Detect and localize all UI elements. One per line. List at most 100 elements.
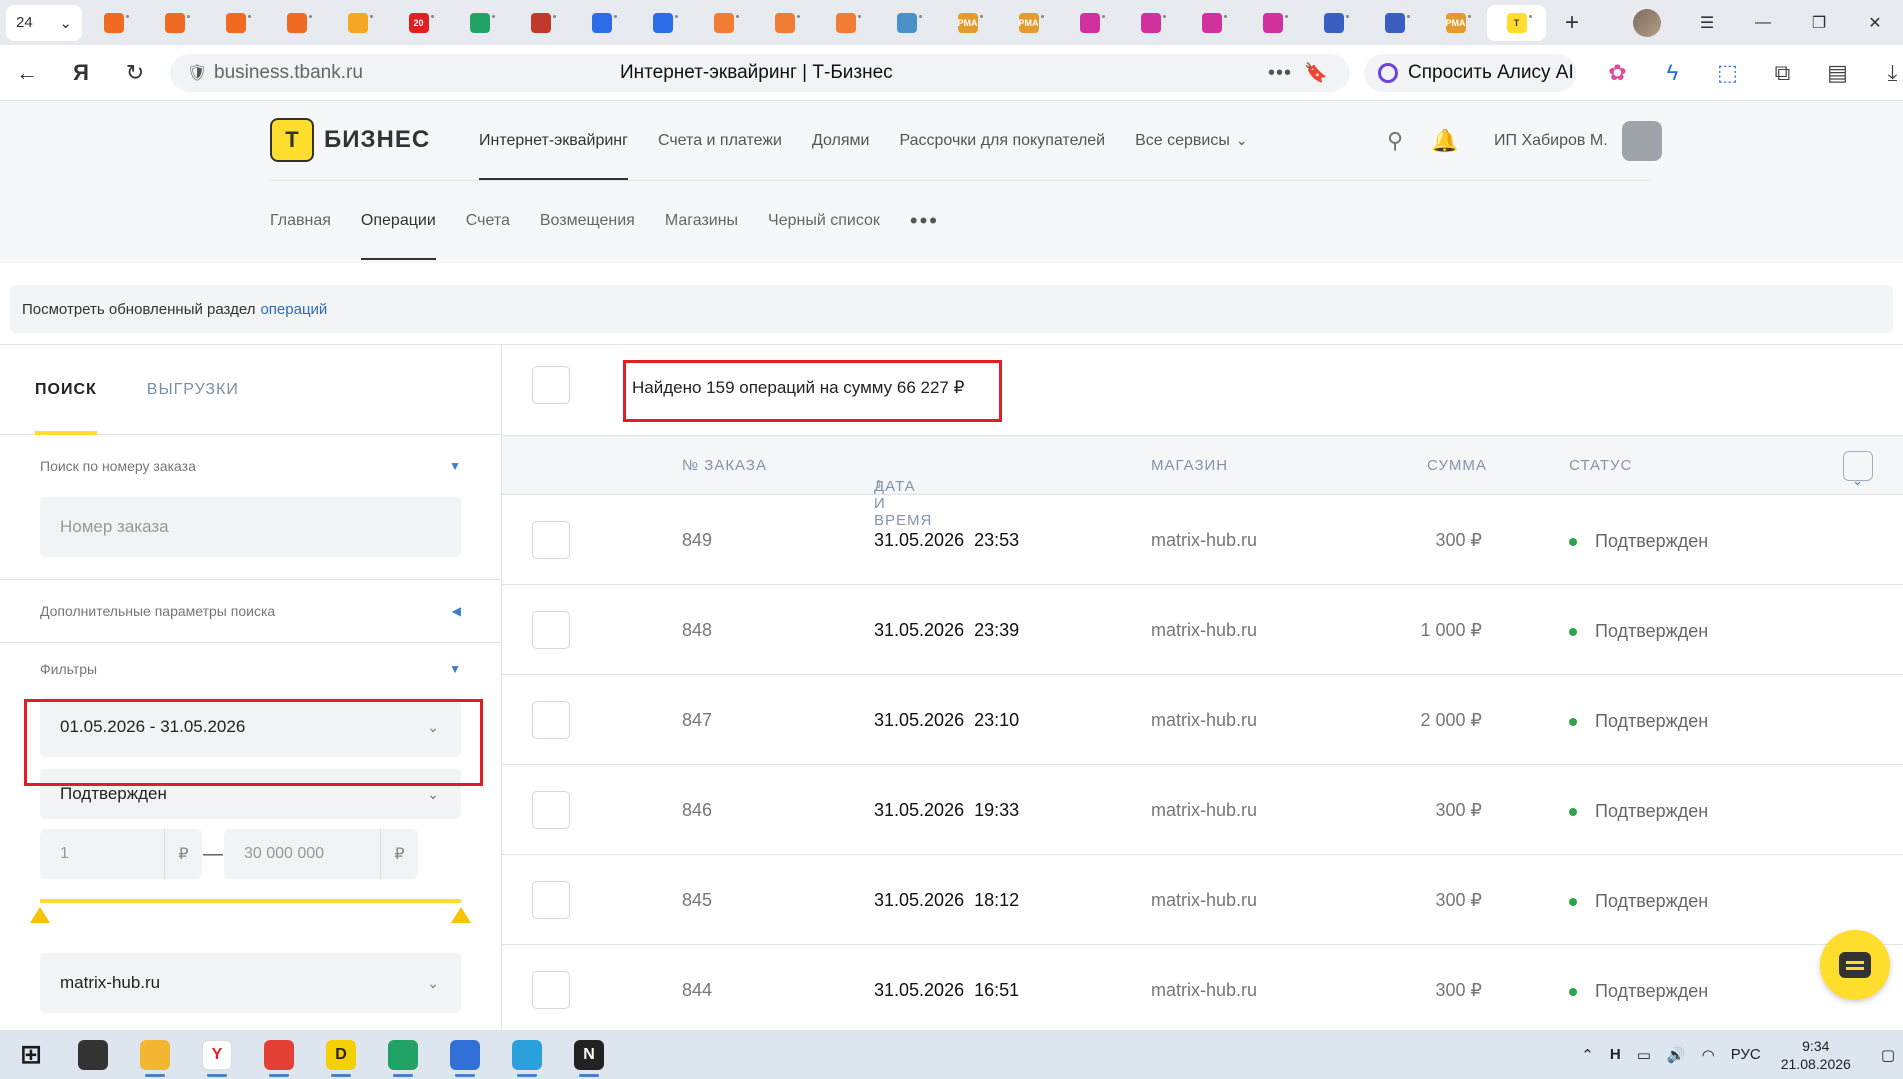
tab-chart[interactable] — [1365, 5, 1424, 41]
tab-t-3[interactable] — [1182, 5, 1241, 41]
filters-section[interactable]: Фильтры ▼ — [0, 643, 501, 695]
col-status[interactable]: СТАТУС — [1569, 457, 1632, 474]
row-checkbox[interactable] — [532, 611, 570, 649]
taskbar-app-d[interactable]: D — [310, 1030, 372, 1079]
tab-search[interactable]: ПОИСК — [35, 345, 97, 435]
tray-expand-icon[interactable]: ⌃ — [1581, 1046, 1594, 1064]
tab-flame-4[interactable] — [267, 5, 326, 41]
back-button[interactable]: ← — [0, 45, 54, 101]
col-sum[interactable]: СУММА — [1427, 457, 1487, 474]
close-window-button[interactable]: ✕ — [1847, 0, 1903, 45]
sub-nav-home[interactable]: Главная — [270, 181, 331, 260]
taskbar-explorer[interactable] — [124, 1030, 186, 1079]
table-row[interactable]: 849 31.05.2026 23:53 matrix-hub.ru 300 ₽ … — [502, 495, 1903, 585]
tab-flame-1[interactable] — [84, 5, 143, 41]
minimize-button[interactable]: — — [1735, 0, 1791, 45]
slider-min-handle[interactable] — [30, 907, 50, 923]
shop-select[interactable]: matrix-hub.ru ⌄ — [40, 953, 461, 1013]
row-order-number[interactable]: 844 — [682, 980, 712, 1001]
table-row[interactable]: 847 31.05.2026 23:10 matrix-hub.ru 2 000 … — [502, 675, 1903, 765]
volume-icon[interactable]: 🔊 — [1667, 1046, 1686, 1064]
table-row[interactable]: 846 31.05.2026 19:33 matrix-hub.ru 300 ₽ … — [502, 765, 1903, 855]
row-checkbox[interactable] — [532, 791, 570, 829]
notice-link[interactable]: операций — [260, 301, 327, 318]
battery-icon[interactable]: ▭ — [1637, 1046, 1651, 1064]
more-options-icon[interactable]: ••• — [1268, 62, 1292, 85]
lightning-icon[interactable]: ϟ — [1645, 45, 1700, 101]
color-wheel-icon[interactable]: ✿ — [1590, 45, 1645, 101]
table-row[interactable]: 848 31.05.2026 23:39 matrix-hub.ru 1 000 … — [502, 585, 1903, 675]
row-checkbox[interactable] — [532, 971, 570, 1009]
tab-blue-2[interactable] — [633, 5, 692, 41]
select-all-checkbox[interactable] — [532, 366, 570, 404]
tab-pma-1[interactable]: PMA — [938, 5, 997, 41]
sub-nav-blacklist[interactable]: Черный список — [768, 181, 880, 260]
yandex-icon[interactable]: Я — [54, 45, 108, 101]
restore-button[interactable]: ❐ — [1791, 0, 1847, 45]
tab-flame-3[interactable] — [206, 5, 265, 41]
tab-doc-3[interactable] — [816, 5, 875, 41]
tab-flame-2[interactable] — [145, 5, 204, 41]
taskbar-sheets[interactable] — [372, 1030, 434, 1079]
amount-to-input[interactable]: 30 000 000 ₽ — [224, 829, 418, 879]
row-checkbox[interactable] — [532, 701, 570, 739]
wifi-icon[interactable]: ◠ — [1702, 1046, 1715, 1064]
row-order-number[interactable]: 846 — [682, 800, 712, 821]
order-search-section[interactable]: Поиск по номеру заказа ▼ — [0, 435, 501, 497]
tab-t-2[interactable] — [1121, 5, 1180, 41]
bookmark-icon[interactable]: 🔖 — [1304, 61, 1328, 85]
new-tab-button[interactable]: + — [1556, 7, 1588, 39]
sub-nav-operations[interactable]: Операции — [360, 181, 436, 260]
taskbar-telegram[interactable] — [496, 1030, 558, 1079]
tab-tbank-active[interactable]: T — [1487, 4, 1546, 41]
screenshot-icon[interactable]: ⬚ — [1700, 45, 1755, 101]
tab-cloud[interactable] — [877, 5, 936, 41]
row-order-number[interactable]: 849 — [682, 530, 712, 551]
tab-presentation[interactable] — [511, 5, 570, 41]
start-button[interactable]: ⊞ — [0, 1030, 62, 1079]
row-checkbox[interactable] — [532, 881, 570, 919]
tab-counter-button[interactable]: 24 ⌄ — [6, 4, 82, 41]
address-field[interactable]: 🛡 business.tbank.ru Интернет-эквайринг |… — [170, 54, 1350, 92]
slider-max-handle[interactable] — [451, 907, 471, 923]
tab-doc-1[interactable] — [694, 5, 753, 41]
menu-icon[interactable]: ☰ — [1679, 0, 1735, 45]
sub-nav-refunds[interactable]: Возмещения — [540, 181, 635, 260]
top-nav-dolyami[interactable]: Долями — [812, 101, 870, 180]
amount-from-input[interactable]: 1 ₽ — [40, 829, 202, 879]
taskbar-yandex-browser[interactable]: Y — [186, 1030, 248, 1079]
extensions-icon[interactable]: ⧉ — [1755, 45, 1810, 101]
columns-toggle-button[interactable]: ⌄ — [1843, 451, 1873, 488]
more-icon[interactable]: ••• — [910, 181, 939, 260]
tab-mail[interactable] — [328, 5, 387, 41]
taskbar-docs[interactable] — [434, 1030, 496, 1079]
taskbar-chat[interactable] — [62, 1030, 124, 1079]
col-shop[interactable]: МАГАЗИН — [1151, 457, 1228, 474]
notifications-icon[interactable]: ▢ — [1881, 1046, 1895, 1064]
reload-button[interactable]: ↻ — [108, 45, 162, 101]
tbusiness-logo[interactable]: T БИЗНЕС — [270, 118, 430, 162]
sub-nav-shops[interactable]: Магазины — [665, 181, 738, 260]
row-order-number[interactable]: 848 — [682, 620, 712, 641]
top-nav-acquiring[interactable]: Интернет-эквайринг — [479, 101, 628, 180]
language-indicator[interactable]: РУС — [1731, 1046, 1761, 1063]
tab-t-1[interactable] — [1060, 5, 1119, 41]
collections-icon[interactable]: ▤ — [1810, 45, 1865, 101]
tab-doc-2[interactable] — [755, 5, 814, 41]
row-order-number[interactable]: 845 — [682, 890, 712, 911]
amount-slider[interactable] — [30, 899, 471, 923]
row-checkbox[interactable] — [532, 521, 570, 559]
downloads-icon[interactable]: ⤓ — [1865, 45, 1903, 101]
search-icon[interactable]: ⚲ — [1370, 128, 1420, 154]
tab-form[interactable] — [1304, 5, 1363, 41]
tab-exports[interactable]: ВЫГРУЗКИ — [147, 345, 239, 435]
tab-blue-1[interactable] — [572, 5, 631, 41]
table-row[interactable]: 844 31.05.2026 16:51 matrix-hub.ru 300 ₽ … — [502, 945, 1903, 1030]
order-number-input[interactable]: Номер заказа — [40, 497, 461, 557]
clock[interactable]: 9:34 21.08.2026 — [1781, 1037, 1851, 1073]
top-nav-installments[interactable]: Рассрочки для покупателей — [899, 101, 1105, 180]
user-name[interactable]: ИП Хабиров М. — [1494, 132, 1608, 150]
user-avatar[interactable] — [1621, 121, 1662, 161]
taskbar-chrome[interactable] — [248, 1030, 310, 1079]
tab-t-4[interactable] — [1243, 5, 1302, 41]
